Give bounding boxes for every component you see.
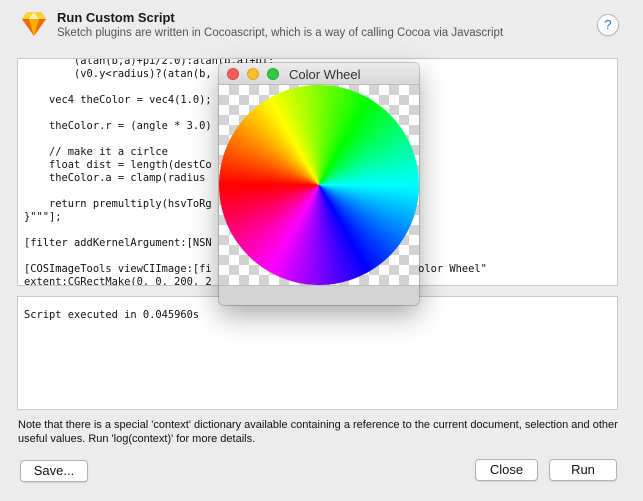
window-minimize-icon[interactable] [247,68,259,80]
save-button[interactable]: Save... [20,460,88,482]
context-note: Note that there is a special 'context' d… [18,419,618,445]
dialog-header: Run Custom Script Sketch plugins are wri… [0,0,643,50]
color-wheel-image [219,85,419,285]
window-zoom-icon[interactable] [267,68,279,80]
dialog-subtitle: Sketch plugins are written in Cocoascrip… [57,27,504,39]
run-button[interactable]: Run [549,459,617,481]
window-close-icon[interactable] [227,68,239,80]
close-button[interactable]: Close [475,459,538,481]
transparency-checkerboard [219,85,419,285]
window-titlebar[interactable]: Color Wheel [219,63,419,85]
script-output[interactable]: Script executed in 0.045960s [17,296,618,410]
window-footer [219,285,419,305]
color-wheel-window[interactable]: Color Wheel [219,63,419,305]
dialog-title: Run Custom Script [57,10,175,25]
sketch-diamond-icon [22,12,46,36]
output-text: Script executed in 0.045960s [24,309,200,321]
window-title: Color Wheel [289,67,361,82]
help-button[interactable]: ? [597,14,619,36]
